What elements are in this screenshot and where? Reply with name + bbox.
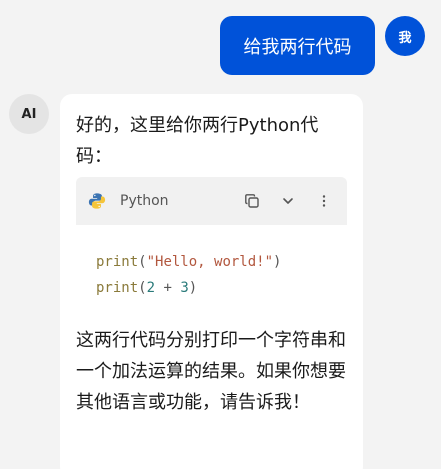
user-message-text: 给我两行代码 [243, 36, 352, 58]
code-operator: + [155, 280, 181, 296]
code-language-label: Python [120, 193, 169, 209]
user-avatar-label: 我 [398, 30, 412, 46]
code-func: print [96, 254, 139, 270]
chat-window: 给我两行代码 我 AI 好的，这里给你两行Python代码： Python pr… [0, 0, 441, 469]
code-number: 3 [180, 280, 189, 296]
code-paren-open: ( [138, 254, 147, 270]
code-string: "Hello, world!" [146, 254, 274, 270]
code-paren-open: ( [138, 280, 147, 296]
chevron-down-icon[interactable] [279, 192, 297, 210]
ai-avatar: AI [9, 94, 49, 134]
user-avatar[interactable]: 我 [385, 16, 425, 56]
code-paren-close: ) [273, 254, 282, 270]
code-func: print [96, 280, 139, 296]
more-vertical-icon[interactable] [315, 192, 333, 210]
ai-message-bubble: 好的，这里给你两行Python代码： Python print("Hello, … [60, 94, 363, 469]
ai-avatar-label: AI [21, 106, 37, 122]
copy-icon[interactable] [243, 192, 261, 210]
code-number: 2 [146, 280, 156, 296]
code-block: Python print("Hello, world!") print(2 + … [76, 177, 347, 319]
code-line-2: print(2 + 3) [96, 275, 327, 301]
code-line-1: print("Hello, world!") [96, 249, 327, 275]
code-body: print("Hello, world!") print(2 + 3) [76, 225, 347, 301]
python-logo-icon [88, 193, 106, 209]
ai-intro-text: 好的，这里给你两行Python代码： [76, 115, 319, 167]
user-message-bubble: 给我两行代码 [220, 16, 375, 75]
ai-outro-text: 这两行代码分别打印一个字符串和一个加法运算的结果。如果你想要其他语言或功能，请告… [76, 330, 346, 413]
code-paren-close: ) [188, 280, 198, 296]
code-toolbar [243, 177, 333, 225]
code-header: Python [76, 177, 347, 225]
